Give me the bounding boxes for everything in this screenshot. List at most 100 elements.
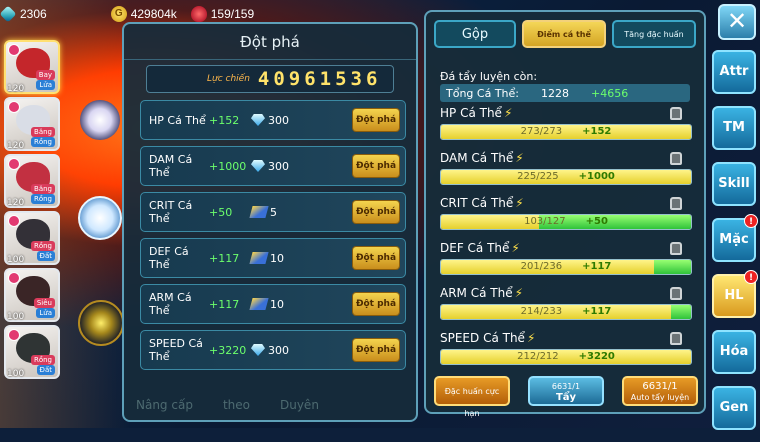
breakthrough-panel: Đột phá Lực chiến 40961536 HP Cá Thể +15… bbox=[122, 22, 418, 422]
bottom-menu-follow[interactable]: theo bbox=[223, 398, 250, 412]
cost-value: 300 bbox=[268, 343, 289, 357]
lock-icon[interactable] bbox=[670, 287, 682, 300]
hex-gear-button[interactable] bbox=[78, 300, 124, 346]
stat-progress-bar: 212/212 +3220 bbox=[440, 349, 692, 365]
stat-name: DAM Cá Thể bbox=[149, 153, 193, 179]
monster-card[interactable]: Rồng Đất 100 bbox=[4, 211, 60, 265]
auto-refine-label: Auto tẩy luyện bbox=[630, 393, 690, 402]
monster-card[interactable]: Siêu Lửa 100 bbox=[4, 268, 60, 322]
breakthrough-row: ARM Cá Thể +117 10 Đột phá bbox=[140, 284, 406, 324]
tab-individual-points[interactable]: Điểm cá thể bbox=[522, 20, 606, 48]
panel-title: Đột phá bbox=[124, 24, 416, 60]
individual-stat: DEF Cá Thể ⚡ 201/236 +117 bbox=[440, 241, 692, 275]
bottom-menu-upgrade[interactable]: Nâng cấp bbox=[136, 398, 193, 412]
side-tab-label: Attr bbox=[719, 64, 749, 79]
refine-label: Tẩy bbox=[555, 392, 577, 403]
breakthrough-row: HP Cá Thể +152 300 Đột phá bbox=[140, 100, 406, 140]
monster-card[interactable]: Băng Rồng 120 bbox=[4, 97, 60, 151]
individual-stat: CRIT Cá Thể ⚡ 103/127 +50 bbox=[440, 196, 692, 230]
stat-bonus: +117 bbox=[209, 251, 240, 265]
breakthrough-row: SPEED Cá Thể +3220 300 Đột phá bbox=[140, 330, 406, 370]
side-tab-hl[interactable]: HL! bbox=[712, 270, 758, 318]
lightning-icon: ⚡ bbox=[514, 286, 524, 300]
monster-type-tag: Siêu bbox=[33, 298, 55, 308]
side-tab-tm[interactable]: TM bbox=[712, 106, 756, 150]
side-tab-attr[interactable]: Attr bbox=[712, 50, 756, 94]
side-tab-hóa[interactable]: Hóa bbox=[712, 330, 756, 374]
gem-value: 2306 bbox=[20, 7, 47, 21]
stat-bonus: +1000 bbox=[209, 159, 247, 173]
stat-bonus: +3220 bbox=[209, 343, 247, 357]
extreme-training-button[interactable]: Đặc huấn cực hạn bbox=[434, 376, 510, 418]
monster-card[interactable]: Bay Lửa 120 bbox=[4, 40, 60, 94]
lightning-icon: ⚡ bbox=[515, 196, 524, 210]
refine-count: 6631/1 bbox=[551, 382, 581, 391]
stat-value: 201/236 bbox=[520, 261, 563, 272]
monster-card[interactable]: Rồng Đất 100 bbox=[4, 325, 60, 379]
auto-refine-button[interactable]: 6631/1 Auto tẩy luyện bbox=[622, 376, 698, 406]
bottom-menu: Nâng cấp theo Duyên bbox=[136, 398, 319, 412]
monster-type-tag: Rồng bbox=[30, 194, 55, 204]
breakthrough-button[interactable]: Đột phá bbox=[353, 247, 399, 269]
lock-icon[interactable] bbox=[670, 152, 682, 165]
stat-value: 103/127 bbox=[524, 216, 566, 227]
lock-bubble-button[interactable] bbox=[78, 196, 122, 240]
monster-type-tag: Rồng bbox=[30, 137, 55, 147]
lock-icon[interactable] bbox=[670, 332, 682, 345]
monster-card[interactable]: Băng Rồng 120 bbox=[4, 154, 60, 208]
cost: 300 bbox=[251, 160, 289, 173]
action-buttons: Đặc huấn cực hạn 6631/1 Tẩy 6631/1 Auto tẩ… bbox=[434, 376, 698, 418]
bottom-menu-fate[interactable]: Duyên bbox=[280, 398, 319, 412]
cost: 10 bbox=[249, 298, 284, 311]
breakthrough-button[interactable]: Đột phá bbox=[353, 109, 399, 131]
close-icon: ✕ bbox=[726, 7, 748, 35]
gold-coin-icon: G bbox=[110, 6, 127, 22]
stat-gain: +50 bbox=[585, 216, 608, 227]
monster-bubble-button[interactable] bbox=[80, 100, 120, 140]
extreme-training-label: Đặc huấn cực hạn bbox=[444, 387, 500, 418]
stat-gain: +1000 bbox=[578, 171, 615, 182]
stat-name: DAM Cá Thể bbox=[440, 151, 514, 165]
tab-special-training[interactable]: Tăng đặc huấn bbox=[612, 20, 696, 48]
cost: 300 bbox=[251, 344, 289, 357]
breakthrough-button[interactable]: Đột phá bbox=[353, 293, 399, 315]
stat-name: DEF Cá Thể bbox=[440, 241, 510, 255]
stat-value: 214/233 bbox=[520, 306, 563, 317]
stat-value: 273/273 bbox=[520, 126, 563, 137]
breakthrough-button[interactable]: Đột phá bbox=[353, 155, 399, 177]
cost-value: 10 bbox=[270, 251, 284, 265]
side-tab-skill[interactable]: Skill bbox=[712, 162, 756, 206]
breakthrough-row: CRIT Cá Thể +50 5 Đột phá bbox=[140, 192, 406, 232]
stat-gain: +152 bbox=[582, 126, 612, 137]
total-value: 1228 bbox=[540, 86, 569, 100]
lock-icon[interactable] bbox=[670, 107, 682, 120]
stamina-counter: 159/159 bbox=[190, 6, 254, 22]
side-tab-gen[interactable]: Gen bbox=[712, 386, 756, 430]
cost: 10 bbox=[249, 251, 284, 265]
side-tab-label: Skill bbox=[718, 176, 750, 191]
monster-type-tag: Rồng bbox=[30, 355, 55, 365]
side-tab-label: HL bbox=[724, 288, 744, 303]
lock-icon[interactable] bbox=[670, 242, 682, 255]
stat-name: SPEED Cá Thể bbox=[440, 331, 525, 345]
monster-type-tag: Băng bbox=[31, 127, 55, 137]
panel-tabs: Gộp Điểm cá thể Tăng đặc huấn bbox=[434, 20, 696, 48]
close-button[interactable]: ✕ bbox=[718, 4, 756, 40]
upgrade-stone-icon bbox=[249, 206, 269, 218]
cost-value: 5 bbox=[270, 205, 277, 219]
side-tab-label: Hóa bbox=[719, 344, 749, 359]
breakthrough-button[interactable]: Đột phá bbox=[353, 339, 399, 361]
total-plus: +4656 bbox=[590, 86, 629, 100]
breakthrough-button[interactable]: Đột phá bbox=[353, 201, 399, 223]
side-tab-mặc[interactable]: Mặc! bbox=[712, 214, 758, 262]
tab-merge[interactable]: Gộp bbox=[434, 20, 516, 48]
monster-type-tag: Rồng bbox=[30, 241, 55, 251]
monster-level: 120 bbox=[7, 198, 25, 208]
refine-button[interactable]: 6631/1 Tẩy bbox=[528, 376, 604, 406]
stat-name: CRIT Cá Thể bbox=[149, 199, 193, 225]
individual-stat: ARM Cá Thể ⚡ 214/233 +117 bbox=[440, 286, 692, 320]
lock-icon[interactable] bbox=[670, 197, 682, 210]
stat-name: HP Cá Thể bbox=[440, 106, 502, 120]
monster-level: 120 bbox=[7, 141, 25, 151]
lightning-icon: ⚡ bbox=[515, 151, 524, 165]
